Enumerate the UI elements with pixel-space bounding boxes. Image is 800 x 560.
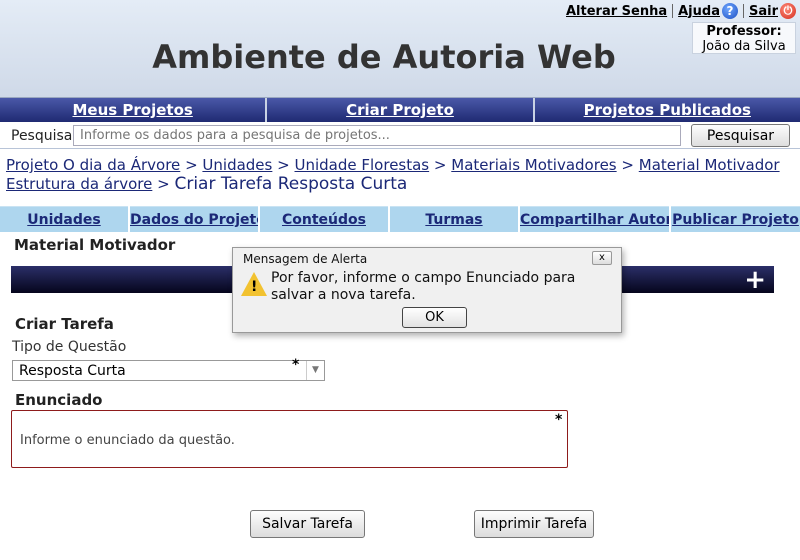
professor-name: João da Silva [702, 39, 786, 54]
top-links: Alterar Senha Ajuda ? Sair ⏻ [566, 3, 796, 19]
question-type-select[interactable]: Resposta Curta ▼ [12, 360, 325, 381]
statement-field[interactable]: Informe o enunciado da questão. [11, 410, 568, 468]
separator [672, 4, 674, 18]
save-task-button[interactable]: Salvar Tarefa [250, 510, 365, 538]
power-icon[interactable]: ⏻ [780, 3, 796, 19]
material-motivador-label: Material Motivador [14, 236, 176, 254]
change-password-link[interactable]: Alterar Senha [566, 4, 667, 19]
tab-classes[interactable]: Turmas [390, 206, 518, 232]
breadcrumb-item[interactable]: Unidades [202, 156, 272, 174]
warning-icon: ! [241, 272, 267, 296]
breadcrumb-separator: > [433, 156, 447, 174]
professor-box: Professor: João da Silva [692, 22, 796, 54]
breadcrumb-item[interactable]: Materiais Motivadores [451, 156, 616, 174]
required-marker: * [292, 357, 300, 373]
tab-share-authorship[interactable]: Compartilhar Autoria [520, 206, 669, 232]
breadcrumb: Projeto O dia da Árvore > Unidades > Uni… [6, 156, 798, 194]
statement-placeholder: Informe o enunciado da questão. [20, 433, 235, 448]
alert-title: Mensagem de Alerta [243, 252, 368, 266]
create-task-label: Criar Tarefa [15, 315, 114, 333]
search-label: Pesquisa [11, 128, 73, 144]
main-nav: Meus Projetos Criar Projeto Projetos Pub… [0, 98, 800, 122]
nav-published-projects[interactable]: Projetos Publicados [534, 98, 800, 122]
breadcrumb-current: Criar Tarefa Resposta Curta [174, 174, 408, 194]
breadcrumb-separator: > [185, 156, 198, 174]
breadcrumb-item[interactable]: Projeto O dia da Árvore [6, 156, 180, 174]
plus-icon[interactable]: + [744, 267, 766, 293]
sub-tabs: Unidades Dados do Projeto Conteúdos Turm… [0, 206, 800, 232]
page-title: Ambiente de Autoria Web [152, 38, 616, 76]
ok-button[interactable]: OK [402, 307, 467, 328]
required-marker: * [555, 412, 563, 428]
chevron-down-icon[interactable]: ▼ [306, 361, 324, 380]
tab-publish-project[interactable]: Publicar Projeto [671, 206, 800, 232]
app-header: Alterar Senha Ajuda ? Sair ⏻ Ambiente de… [0, 0, 800, 98]
question-type-value: Resposta Curta [19, 363, 126, 379]
nav-create-project[interactable]: Criar Projeto [267, 98, 535, 122]
separator [742, 4, 744, 18]
breadcrumb-separator: > [277, 156, 290, 174]
logout-link[interactable]: Sair [749, 4, 778, 19]
print-task-button[interactable]: Imprimir Tarefa [474, 510, 594, 538]
tab-units[interactable]: Unidades [0, 206, 128, 232]
statement-label: Enunciado [15, 391, 103, 409]
alert-message: Por favor, informe o campo Enunciado par… [271, 270, 576, 303]
breadcrumb-item[interactable]: Unidade Florestas [295, 156, 430, 174]
tab-project-data[interactable]: Dados do Projeto [130, 206, 258, 232]
breadcrumb-separator: > [621, 156, 634, 174]
question-type-label: Tipo de Questão [12, 339, 127, 355]
breadcrumb-separator: > [157, 175, 170, 193]
search-button[interactable]: Pesquisar [691, 124, 790, 147]
help-link[interactable]: Ajuda [678, 4, 720, 19]
professor-label: Professor: [706, 24, 782, 39]
search-input[interactable] [73, 125, 681, 146]
help-icon[interactable]: ? [721, 3, 738, 19]
tab-contents[interactable]: Conteúdos [260, 206, 388, 232]
nav-my-projects[interactable]: Meus Projetos [0, 98, 268, 122]
close-button[interactable]: x [592, 251, 612, 265]
search-bar: Pesquisa Pesquisar [0, 123, 800, 149]
alert-dialog: Mensagem de Alerta x ! Por favor, inform… [232, 247, 622, 333]
